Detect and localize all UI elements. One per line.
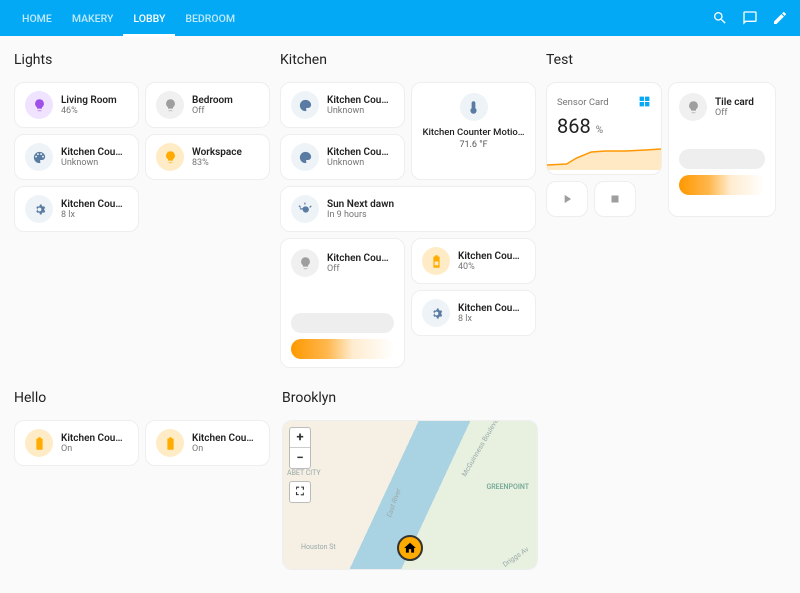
- sensor-graph: [547, 140, 661, 170]
- palette-icon: [291, 91, 319, 119]
- entity-kitchen-batt[interactable]: Kitchen Count…40%: [411, 238, 536, 284]
- map-label: GREENPOINT: [486, 483, 529, 491]
- gauge-icon: [638, 93, 651, 112]
- thermometer-icon: [460, 93, 488, 121]
- play-button[interactable]: [546, 181, 588, 217]
- map-label: Houston St: [301, 543, 336, 551]
- entity-sun[interactable]: Sun Next dawnIn 9 hours: [280, 186, 536, 232]
- section-title-brooklyn: Brooklyn: [282, 390, 538, 406]
- bulb-icon: [156, 91, 184, 119]
- entity-workspace[interactable]: Workspace83%: [145, 134, 270, 180]
- entity-kitchen-k2[interactable]: Kitchen Count…Unknown: [280, 134, 405, 180]
- tab-lobby[interactable]: LOBBY: [123, 0, 175, 37]
- section-test: Test Sensor Card 868 %: [546, 52, 782, 368]
- entity-hello-2[interactable]: Kitchen Count…On: [145, 420, 270, 466]
- battery-icon: [25, 429, 53, 457]
- bulb-icon: [679, 93, 707, 121]
- home-icon: [403, 541, 417, 555]
- section-title-test: Test: [546, 52, 782, 68]
- tab-makery[interactable]: MAKERY: [62, 0, 124, 37]
- entity-kitchen-lux[interactable]: Kitchen Count…8 lx: [14, 186, 139, 232]
- temperature-card[interactable]: Kitchen Counter Motio… 71.6 °F: [411, 82, 536, 180]
- entity-kitchen-palette-1[interactable]: Kitchen Count…Unknown: [14, 134, 139, 180]
- section-brooklyn: Brooklyn ABET CITY GREENPOINT Houston St…: [282, 390, 538, 570]
- section-kitchen: Kitchen Kitchen Count…Unknown Kitchen Co…: [280, 52, 536, 368]
- tab-bedroom[interactable]: BEDROOM: [175, 0, 245, 37]
- gear-icon: [422, 299, 450, 327]
- map-fullscreen-control: ⛶: [289, 481, 311, 503]
- map-zoom-controls: + −: [289, 427, 311, 469]
- palette-icon: [25, 143, 53, 171]
- bulb-icon: [25, 91, 53, 119]
- section-title-kitchen: Kitchen: [280, 52, 536, 68]
- dashboard-content: Lights Living Room46% BedroomOff Kitchen…: [0, 36, 800, 586]
- entity-hello-1[interactable]: Kitchen Count…On: [14, 420, 139, 466]
- tile-card-test[interactable]: Tile cardOff: [668, 82, 776, 217]
- section-title-hello: Hello: [14, 390, 270, 406]
- map-label: ABET CITY: [287, 469, 321, 477]
- entity-kitchen-k1[interactable]: Kitchen Count…Unknown: [280, 82, 405, 128]
- search-icon[interactable]: [712, 10, 728, 26]
- sun-icon: [291, 195, 319, 223]
- slider-empty[interactable]: [291, 313, 394, 333]
- zoom-in-button[interactable]: +: [290, 428, 310, 448]
- battery-icon: [156, 429, 184, 457]
- palette-icon: [291, 143, 319, 171]
- battery-icon: [422, 247, 450, 275]
- fullscreen-button[interactable]: ⛶: [290, 482, 310, 502]
- bulb-icon: [291, 249, 319, 277]
- section-lights: Lights Living Room46% BedroomOff Kitchen…: [14, 52, 270, 368]
- edit-icon[interactable]: [772, 10, 788, 26]
- map-card[interactable]: ABET CITY GREENPOINT Houston St East Riv…: [282, 420, 538, 570]
- sensor-card[interactable]: Sensor Card 868 %: [546, 82, 662, 175]
- tab-bar: HOME MAKERY LOBBY BEDROOM: [12, 0, 245, 37]
- tile-kitchen-off[interactable]: Kitchen Count…Off: [280, 238, 405, 368]
- header-actions: [712, 10, 788, 26]
- slider-empty[interactable]: [679, 149, 765, 169]
- zoom-out-button[interactable]: −: [290, 448, 310, 468]
- section-hello: Hello Kitchen Count…On Kitchen Count…On: [14, 390, 270, 570]
- gear-icon: [25, 195, 53, 223]
- slider-color[interactable]: [679, 175, 765, 195]
- tab-home[interactable]: HOME: [12, 0, 62, 37]
- stop-button[interactable]: [594, 181, 636, 217]
- app-header: HOME MAKERY LOBBY BEDROOM: [0, 0, 800, 36]
- section-title-lights: Lights: [14, 52, 270, 68]
- entity-bedroom[interactable]: BedroomOff: [145, 82, 270, 128]
- bulb-icon: [156, 143, 184, 171]
- slider-color[interactable]: [291, 339, 394, 359]
- map-pin[interactable]: [397, 535, 423, 561]
- entity-living-room[interactable]: Living Room46%: [14, 82, 139, 128]
- chat-icon[interactable]: [742, 10, 758, 26]
- entity-kitchen-lux2[interactable]: Kitchen Count…8 lx: [411, 290, 536, 336]
